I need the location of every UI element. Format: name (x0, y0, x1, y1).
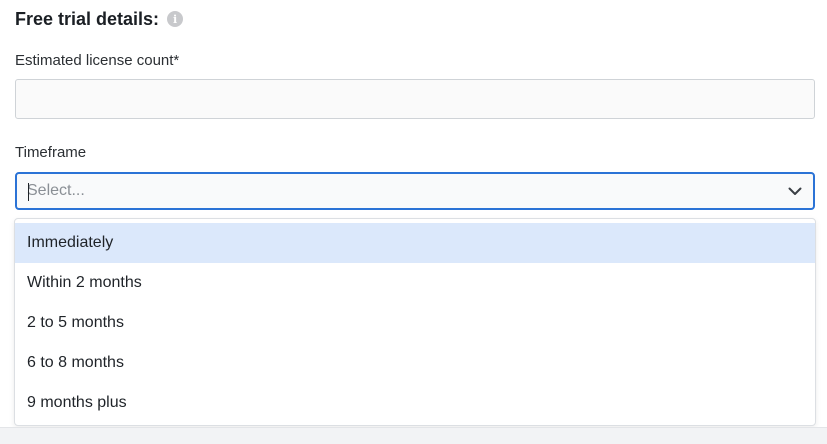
option-2-to-5-months[interactable]: 2 to 5 months (15, 303, 815, 343)
info-icon[interactable]: i (167, 11, 184, 27)
section-header: Free trial details: i (15, 8, 184, 30)
license-count-input[interactable] (15, 79, 815, 119)
timeframe-label: Timeframe (15, 144, 87, 161)
option-9-months-plus[interactable]: 9 months plus (15, 383, 815, 423)
section-title: Free trial details: (15, 9, 160, 29)
license-count-label: Estimated license count* (15, 52, 180, 69)
option-within-2-months[interactable]: Within 2 months (15, 263, 815, 303)
free-trial-form: Free trial details: i Estimated license … (0, 0, 827, 444)
timeframe-select-input[interactable] (17, 174, 777, 208)
chevron-down-icon[interactable] (777, 174, 813, 208)
option-immediately[interactable]: Immediately (15, 223, 815, 263)
footer-band (0, 427, 827, 444)
timeframe-select[interactable] (15, 172, 815, 210)
option-6-to-8-months[interactable]: 6 to 8 months (15, 343, 815, 383)
timeframe-options-menu: Immediately Within 2 months 2 to 5 month… (14, 218, 816, 426)
text-cursor (28, 183, 29, 201)
